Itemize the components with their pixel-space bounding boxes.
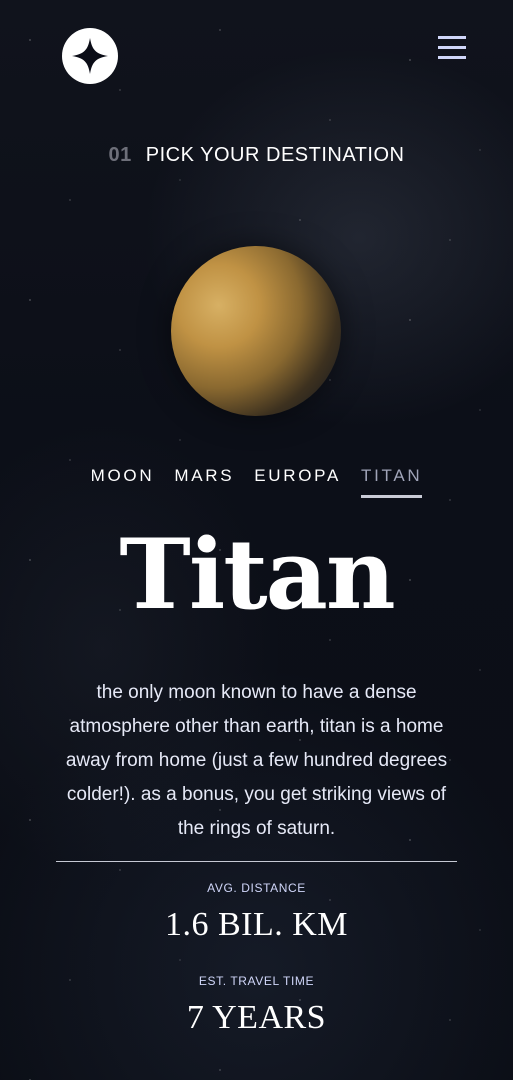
distance-value: 1.6 BIL. KM	[164, 906, 349, 943]
distance-label: AVG. DISTANCE	[207, 881, 306, 895]
hamburger-menu-icon[interactable]	[438, 34, 468, 62]
tab-titan[interactable]: TITAN	[360, 466, 423, 498]
tab-moon[interactable]: MOON	[91, 466, 155, 498]
logo[interactable]	[62, 28, 118, 84]
destination-description: the only moon known to have a dense atmo…	[65, 682, 448, 839]
travel-time-value: 7 YEARS	[186, 999, 327, 1036]
page-number: 01	[108, 144, 132, 166]
destination-name: Titan	[119, 518, 395, 631]
travel-time-label: EST. TRAVEL TIME	[198, 974, 315, 988]
planet-image-titan	[171, 246, 341, 416]
tab-europa[interactable]: EUROPA	[254, 466, 341, 498]
page-title-text: PICK YOUR DESTINATION	[145, 144, 405, 166]
tab-mars[interactable]: MARS	[174, 466, 234, 498]
divider	[56, 861, 457, 862]
star-logo-icon	[72, 38, 108, 74]
destination-tabs: MOON MARS EUROPA TITAN	[0, 466, 513, 498]
page-title: 01 PICK YOUR DESTINATION	[0, 144, 513, 167]
